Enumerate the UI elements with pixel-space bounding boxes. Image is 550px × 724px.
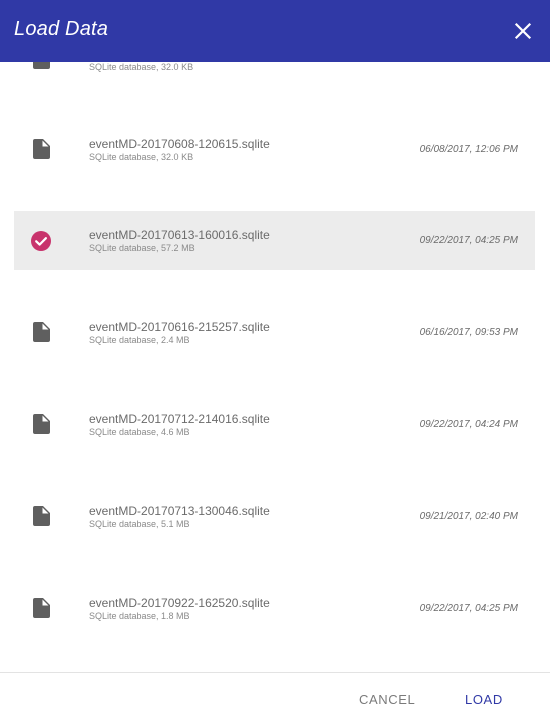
file-meta: SQLite database, 32.0 KB (89, 62, 194, 72)
cancel-button[interactable]: CANCEL (359, 692, 415, 707)
file-meta: SQLite database, 4.6 MB (89, 427, 190, 437)
file-date: 06/16/2017, 09:53 PM (419, 327, 518, 338)
file-name: eventMD-20170608-120615.sqlite (89, 137, 270, 151)
file-icon (33, 414, 50, 434)
dialog-title: Load Data (14, 18, 109, 40)
check-circle-icon (31, 231, 51, 251)
dialog-header: Load Data (0, 0, 550, 62)
file-row[interactable]: eventMD-20170608-120615.sqlite SQLite da… (14, 120, 535, 179)
file-date: 09/22/2017, 04:24 PM (419, 419, 518, 430)
file-meta: SQLite database, 57.2 MB (89, 243, 195, 253)
file-row[interactable]: eventMD-20170922-162520.sqlite SQLite da… (14, 579, 535, 638)
file-date: 09/22/2017, 04:25 PM (419, 235, 518, 246)
file-name: eventMD-20170613-160016.sqlite (89, 228, 270, 242)
file-name: eventMD-20170922-162520.sqlite (89, 596, 270, 610)
dialog-actions: CANCEL LOAD (0, 672, 550, 724)
file-row[interactable]: eventMD-20170616-215257.sqlite SQLite da… (14, 303, 535, 362)
file-icon (33, 506, 50, 526)
file-row[interactable]: eventMD-20170712-214016.sqlite SQLite da… (14, 395, 535, 454)
file-meta: SQLite database, 32.0 KB (89, 152, 194, 162)
file-meta: SQLite database, 1.8 MB (89, 611, 190, 621)
file-name: eventMD-20170616-215257.sqlite (89, 320, 270, 334)
file-row-selected[interactable]: eventMD-20170613-160016.sqlite SQLite da… (14, 211, 535, 270)
file-date: 09/22/2017, 04:25 PM (419, 603, 518, 614)
file-icon (33, 598, 50, 618)
file-date: 09/21/2017, 02:40 PM (419, 511, 518, 522)
file-meta: SQLite database, 2.4 MB (89, 335, 190, 345)
file-meta: SQLite database, 5.1 MB (89, 519, 190, 529)
file-icon (33, 322, 50, 342)
file-date: 06/08/2017, 12:06 PM (419, 144, 518, 155)
file-name: eventMD-20170713-130046.sqlite (89, 504, 270, 518)
file-icon (33, 139, 50, 159)
file-list[interactable]: SQLite database, 32.0 KB eventMD-2017060… (0, 0, 550, 672)
file-row[interactable]: eventMD-20170713-130046.sqlite SQLite da… (14, 487, 535, 546)
close-icon[interactable] (508, 16, 538, 46)
load-button[interactable]: LOAD (465, 692, 503, 707)
file-name: eventMD-20170712-214016.sqlite (89, 412, 270, 426)
